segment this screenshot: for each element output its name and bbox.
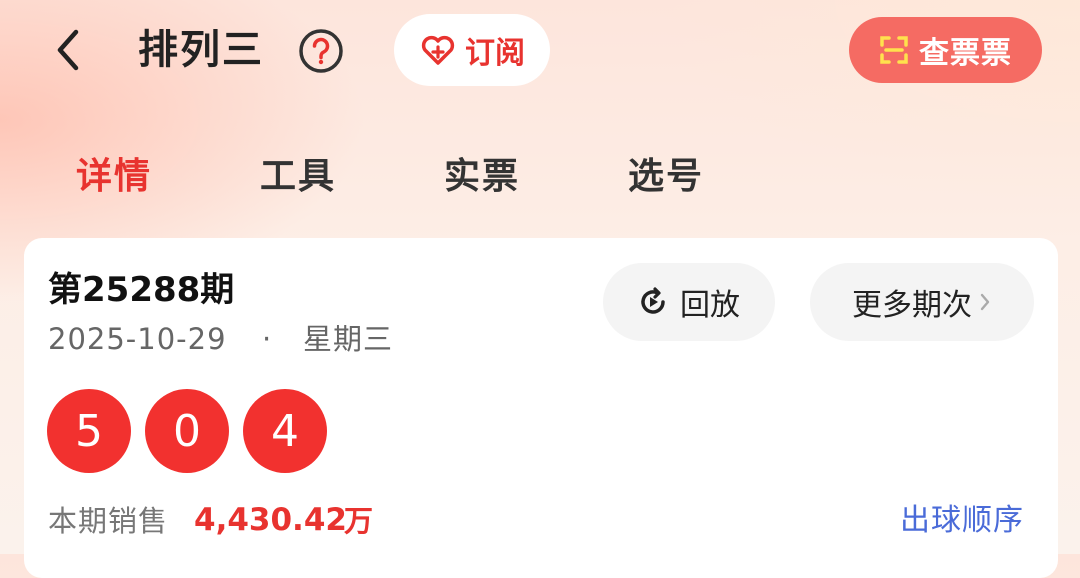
sales-value: 4,430.42: [194, 502, 347, 538]
issue-date: 2025-10-29: [48, 322, 227, 356]
more-issues-button[interactable]: 更多期次: [810, 263, 1034, 341]
date-separator: ·: [262, 322, 272, 356]
tab-bar: 详情 工具 实票 选号: [0, 148, 1080, 208]
top-header: 排列三 订阅 查票票: [0, 0, 1080, 110]
issue-weekday: 星期三: [303, 322, 394, 356]
help-button[interactable]: [298, 28, 344, 74]
sales-unit: 万: [344, 504, 374, 538]
scan-icon: [880, 36, 908, 64]
check-ticket-button[interactable]: 查票票: [849, 17, 1042, 83]
replay-icon: [641, 287, 665, 314]
tab-tools[interactable]: 工具: [260, 148, 336, 206]
back-button[interactable]: [44, 20, 94, 80]
question-circle-icon: [299, 29, 343, 73]
replay-label: 回放: [680, 288, 740, 323]
replay-button[interactable]: 回放: [603, 263, 775, 341]
draw-order-link[interactable]: 出球顺序: [900, 500, 1024, 542]
issue-title: 第25288期: [48, 270, 235, 310]
tab-real-tickets[interactable]: 实票: [444, 148, 520, 206]
number-ball: 5: [47, 389, 131, 473]
page-title: 排列三: [138, 27, 264, 73]
tab-pick-numbers[interactable]: 选号: [628, 148, 704, 206]
heart-plus-icon: [421, 35, 455, 65]
subscribe-label: 订阅: [465, 36, 525, 71]
check-ticket-label: 查票票: [919, 36, 1012, 71]
chevron-right-icon: [980, 293, 990, 311]
number-ball: 0: [145, 389, 229, 473]
subscribe-button[interactable]: 订阅: [394, 14, 550, 86]
number-ball: 4: [243, 389, 327, 473]
more-issues-label: 更多期次: [852, 288, 972, 323]
sales-label: 本期销售: [48, 504, 169, 538]
draw-result-card: 第25288期 2025-10-29 · 星期三 回放 更多期次 5 0 4 本…: [24, 238, 1058, 578]
chevron-left-icon: [57, 29, 79, 71]
tab-details[interactable]: 详情: [76, 148, 152, 206]
